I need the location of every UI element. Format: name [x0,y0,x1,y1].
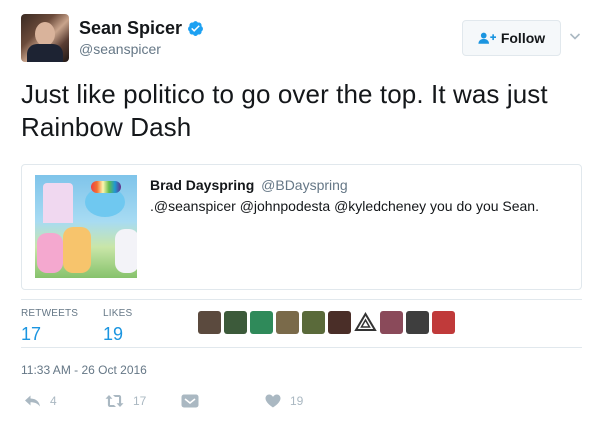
author-avatar[interactable] [21,14,69,62]
author-names: Sean Spicer @seanspicer [79,18,204,57]
liker-avatars [198,311,458,334]
likes-label: LIKES [103,308,133,319]
dm-action[interactable] [181,394,199,408]
image-pony-pink [37,233,63,273]
avatar-face [35,22,55,46]
retweet-action[interactable]: 17 [105,394,146,408]
verified-icon [188,21,203,36]
follow-button[interactable]: Follow [462,20,561,56]
divider-bottom [21,347,582,348]
quoted-tweet[interactable]: Brad Dayspring @BDayspring .@seanspicer … [21,164,582,290]
liker-avatar[interactable] [224,311,247,334]
quoted-handle: @BDayspring [261,177,348,193]
quoted-tweet-image[interactable] [35,175,137,278]
image-pony-orange [63,227,91,273]
liker-avatar[interactable] [250,311,273,334]
author-display-name[interactable]: Sean Spicer [79,18,204,39]
author-handle[interactable]: @seanspicer [79,41,204,57]
liker-avatar[interactable] [328,311,351,334]
heart-icon [265,394,281,408]
retweets-count: 17 [21,324,42,344]
liker-avatar[interactable] [432,311,455,334]
retweet-count: 17 [133,394,147,408]
liker-avatar[interactable] [406,311,429,334]
likes-count: 19 [103,324,124,344]
dm-icon [181,394,199,408]
liker-avatar[interactable] [198,311,221,334]
like-action[interactable]: 19 [265,394,303,408]
tweet-header: Sean Spicer @seanspicer Follow [21,14,581,64]
quoted-display-name: Brad Dayspring [150,177,255,193]
reply-action[interactable]: 4 [24,394,57,408]
liker-avatar[interactable] [276,311,299,334]
follow-button-label: Follow [500,30,546,46]
reply-icon [25,395,40,407]
reply-count: 4 [50,394,57,408]
retweet-icon [105,395,124,407]
divider-top [21,299,582,300]
chevron-down-icon[interactable] [569,30,581,42]
liker-avatar[interactable] [354,311,377,334]
image-rainbow-mane [91,181,121,193]
image-pony-white [115,229,137,273]
tweet-timestamp[interactable]: 11:33 AM - 26 Oct 2016 [21,363,147,377]
liker-avatar[interactable] [302,311,325,334]
liker-avatar[interactable] [380,311,403,334]
image-castle [43,183,73,223]
follow-user-icon [478,32,496,44]
retweets-stat[interactable]: RETWEETS 17 [21,308,78,345]
tweet-text: Just like politico to go over the top. I… [21,79,548,142]
like-count: 19 [290,394,304,408]
author-display-name-text[interactable]: Sean Spicer [79,18,182,39]
retweets-label: RETWEETS [21,308,79,319]
likes-stat[interactable]: LIKES 19 [103,308,132,345]
quoted-text: .@seanspicer @johnpodesta @kyledcheney y… [150,198,539,214]
avatar-suit [27,44,63,62]
quoted-author: Brad Dayspring @BDayspring [150,177,348,193]
liker-logo-icon [354,312,377,331]
